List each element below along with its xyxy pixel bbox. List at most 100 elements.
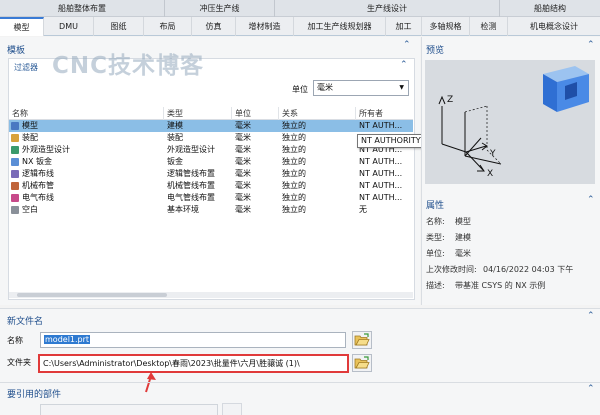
cell-unit: 毫米 — [235, 121, 251, 130]
cell-type: 钣金 — [167, 157, 183, 166]
collapse-preview-icon[interactable]: ⌃ — [587, 40, 595, 50]
prop-name-value: 模型 — [455, 217, 471, 226]
folder-label: 文件夹 — [7, 358, 31, 367]
cell-type: 装配 — [167, 133, 183, 142]
column-header-type[interactable]: 类型 — [164, 107, 232, 120]
properties-title: 属性 — [426, 201, 445, 211]
browse-referenced-button[interactable] — [222, 403, 242, 415]
table-row[interactable]: 模型 建模 毫米 独立的 NT AUTH... — [9, 120, 413, 132]
table-body: 模型建模毫米独立的NT AUTH...装配装配毫米独立的NT AUTHORITY… — [9, 120, 413, 216]
preview-drawing: Z Y X — [438, 66, 589, 179]
column-header-relation[interactable]: 关系 — [279, 107, 356, 120]
cell-owner: NT AUTH... — [359, 181, 403, 190]
tab-layout[interactable]: 布局 — [144, 17, 192, 36]
tab-multiaxis[interactable]: 多轴规格 — [422, 17, 470, 36]
cell-unit: 毫米 — [235, 145, 251, 154]
cell-name: 空白 — [22, 205, 38, 214]
cell-unit: 毫米 — [235, 193, 251, 202]
table-row[interactable]: 空白 基本环境 毫米 独立的 无 — [9, 204, 413, 216]
cell-relation: 独立的 — [282, 205, 306, 214]
collapse-filter-icon[interactable]: ⌃ — [400, 60, 408, 70]
cell-owner: NT AUTH... — [359, 169, 403, 178]
cell-type: 基本环境 — [167, 205, 199, 214]
referenced-parts-title: 要引用的部件 — [7, 390, 62, 400]
preview-title: 预览 — [426, 46, 445, 56]
prop-unit-value: 毫米 — [455, 249, 471, 258]
horizontal-scrollbar[interactable] — [9, 292, 413, 298]
cell-type: 外观造型设计 — [167, 145, 215, 154]
referenced-part-input[interactable] — [40, 404, 218, 415]
cell-owner: 无 — [359, 205, 367, 214]
prop-modified-label: 上次修改时间: — [426, 265, 477, 274]
collapse-properties-icon[interactable]: ⌃ — [587, 195, 595, 205]
tab-simulation[interactable]: 仿真 — [192, 17, 236, 36]
prop-type-value: 建模 — [455, 233, 471, 242]
prop-unit-label: 单位: — [426, 249, 445, 258]
tab-inspection[interactable]: 检测 — [470, 17, 508, 36]
table-row[interactable]: 机械布管 机械管线布置 毫米 独立的 NT AUTH... — [9, 180, 413, 192]
tab-mechatronics[interactable]: 机电概念设计 — [508, 17, 600, 36]
prop-name-label: 名称: — [426, 217, 445, 226]
cell-relation: 独立的 — [282, 193, 306, 202]
cell-unit: 毫米 — [235, 181, 251, 190]
cell-unit: 毫米 — [235, 205, 251, 214]
cell-relation: 独立的 — [282, 157, 306, 166]
unit-label: 单位 — [292, 85, 308, 94]
column-header-unit[interactable]: 单位 — [232, 107, 279, 120]
filter-title: 过滤器 — [14, 63, 38, 72]
tab-line-planner[interactable]: 加工生产线规划器 — [294, 17, 386, 36]
group-tab-line-design[interactable]: 生产线设计 — [275, 0, 500, 17]
column-header-owner[interactable]: 所有者 — [356, 107, 413, 120]
group-tab-ship-layout[interactable]: 船舶整体布置 — [0, 0, 165, 17]
cell-name: NX 钣金 — [22, 157, 53, 166]
prop-desc-label: 描述: — [426, 281, 445, 290]
table-row[interactable]: 外观造型设计 外观造型设计 毫米 独立的 NT AUTH... — [9, 144, 413, 156]
browse-name-button[interactable] — [352, 331, 372, 349]
table-row[interactable]: 逻辑布线 逻辑管线布置 毫米 独立的 NT AUTH... — [9, 168, 413, 180]
cell-type: 逻辑管线布置 — [167, 169, 215, 178]
preview-image: Z Y X — [425, 60, 595, 184]
table-row[interactable]: 电气布线 电气管线布置 毫米 独立的 NT AUTH... — [9, 192, 413, 204]
tab-dmu[interactable]: DMU — [44, 17, 94, 36]
model-shape-icon — [543, 66, 589, 112]
template-table: 名称 类型 单位 关系 所有者 模型 建模 毫米 独立的 NT AUTH... 装配 装配毫… — [9, 107, 413, 216]
tab-drawing[interactable]: 图纸 — [94, 17, 144, 36]
watermark: CNC技术博客 — [52, 53, 205, 79]
prop-type-label: 类型: — [426, 233, 445, 242]
preview-axis-z: Z — [447, 95, 453, 105]
name-input[interactable]: model1.prt — [40, 332, 346, 348]
table-row[interactable]: NX 钣金 钣金 毫米 独立的 NT AUTH... — [9, 156, 413, 168]
tab-model[interactable]: 模型 — [0, 17, 44, 36]
cell-relation: 独立的 — [282, 121, 306, 130]
group-tab-ship-structure[interactable]: 船舶结构 — [500, 0, 600, 17]
folder-input[interactable]: C:\Users\Administrator\Desktop\春雨\2023\批… — [38, 354, 349, 373]
tab-machining[interactable]: 加工 — [386, 17, 422, 36]
scrollbar-thumb[interactable] — [17, 293, 167, 297]
unit-select-value: 毫米 — [317, 83, 333, 92]
browse-folder-button[interactable] — [352, 354, 372, 372]
cell-owner: NT AUTH... — [359, 193, 403, 202]
new-file-title: 新文件名 — [7, 317, 44, 327]
cell-unit: 毫米 — [235, 133, 251, 142]
cell-relation: 独立的 — [282, 181, 306, 190]
column-header-name[interactable]: 名称 — [9, 107, 164, 120]
collapse-referenced-icon[interactable]: ⌃ — [587, 384, 595, 394]
cell-relation: 独立的 — [282, 133, 306, 142]
group-tab-press-line[interactable]: 冲压生产线 — [165, 0, 275, 17]
folder-open-icon — [354, 356, 370, 369]
cell-owner: NT AUTH... — [359, 121, 403, 130]
cell-name: 电气布线 — [22, 193, 54, 202]
tab-additive[interactable]: 增材制造 — [236, 17, 294, 36]
divider — [0, 382, 600, 383]
chevron-down-icon: ▼ — [399, 84, 404, 91]
cell-relation: 独立的 — [282, 145, 306, 154]
prop-modified-value: 04/16/2022 04:03 下午 — [483, 265, 574, 274]
collapse-template-icon[interactable]: ⌃ — [403, 40, 411, 50]
preview-axis-x: X — [487, 169, 493, 179]
unit-select[interactable]: 毫米 ▼ — [313, 80, 409, 96]
table-header: 名称 类型 单位 关系 所有者 — [9, 107, 413, 120]
name-input-value: model1.prt — [44, 335, 91, 344]
collapse-new-file-icon[interactable]: ⌃ — [587, 311, 595, 321]
prop-desc-value: 带基准 CSYS 的 NX 示例 — [455, 281, 546, 290]
table-row[interactable]: 装配装配毫米独立的NT AUTHORITY\SYSTEM — [9, 132, 413, 144]
